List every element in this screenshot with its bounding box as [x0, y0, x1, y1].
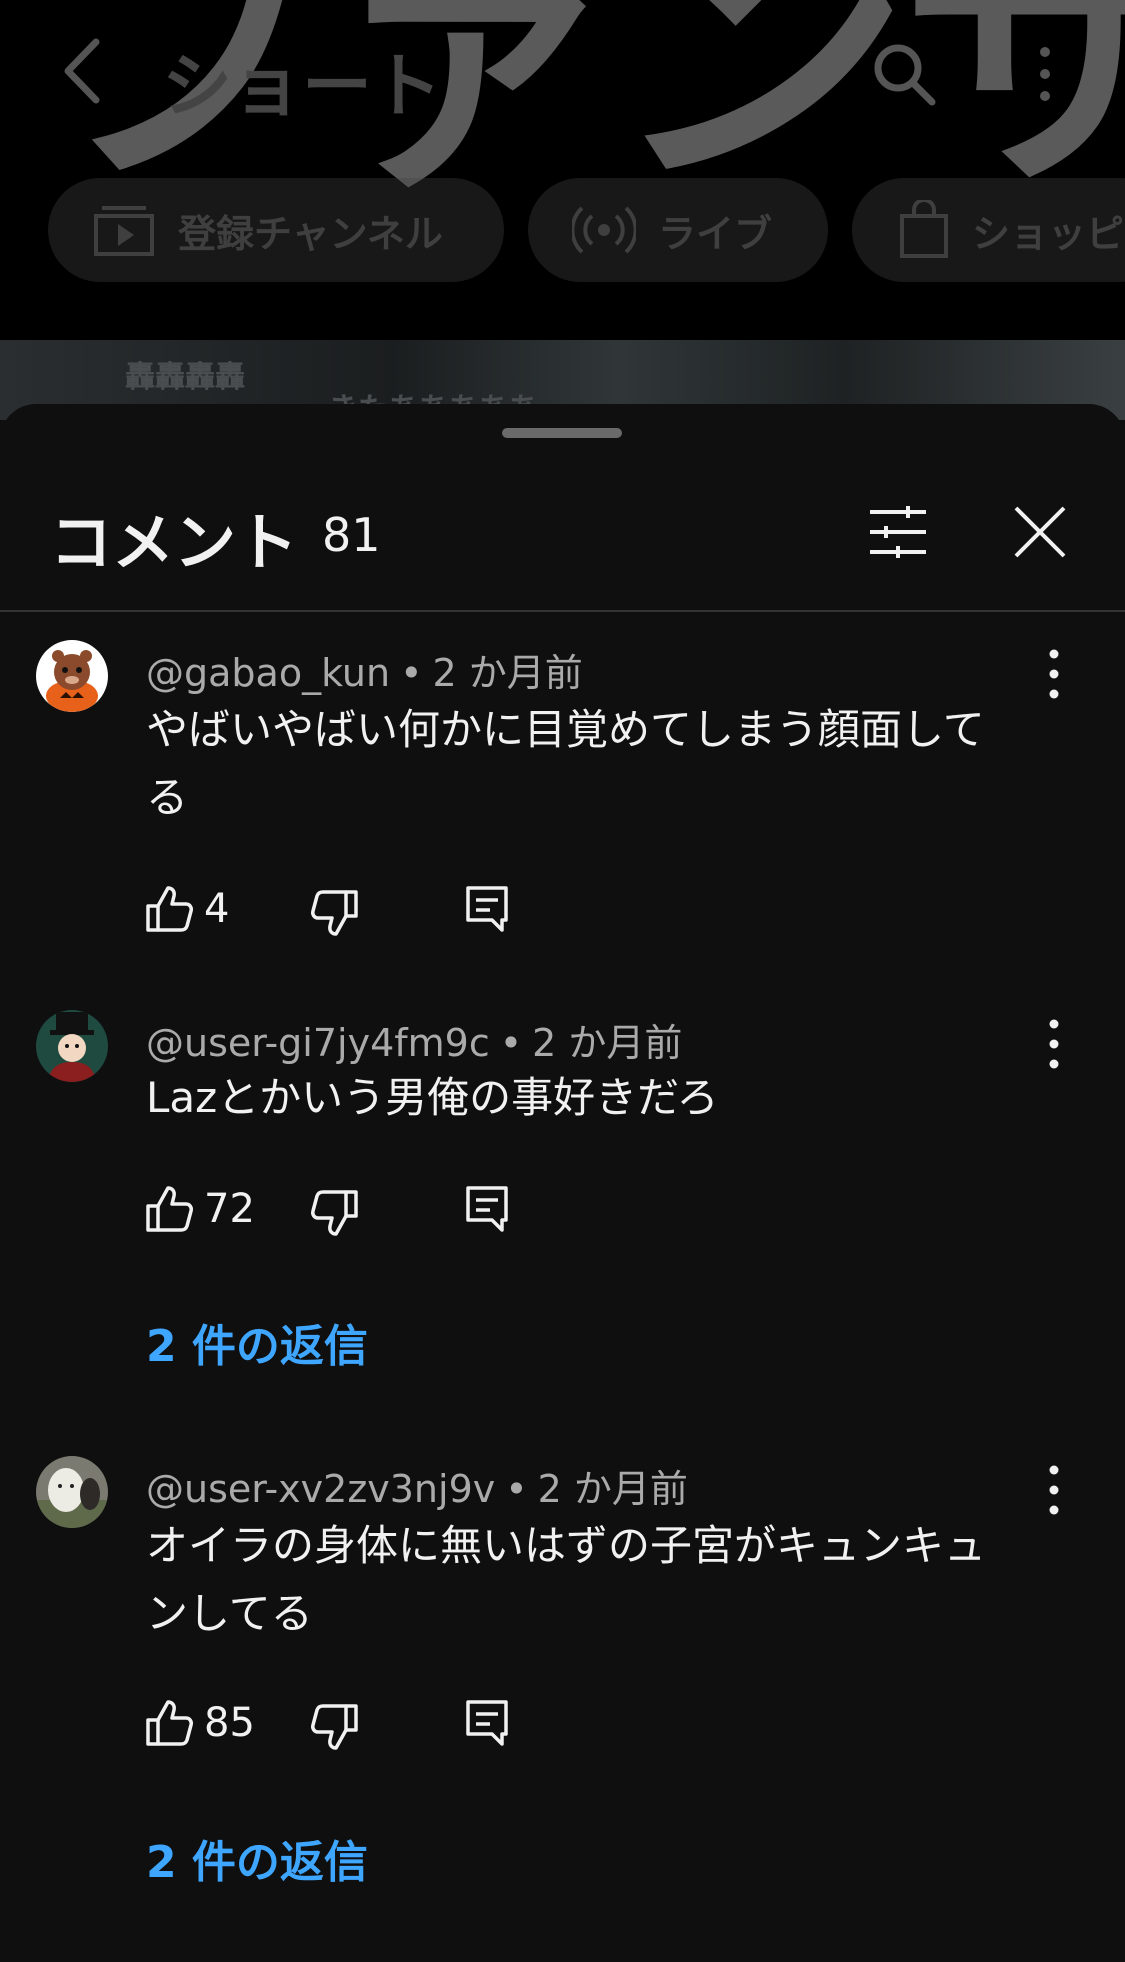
comment-text: やばいやばい何かに目覚めてしまう顔面してる — [146, 705, 985, 822]
more-vert-icon[interactable] — [1040, 646, 1068, 702]
separator-dot: • — [505, 1467, 528, 1511]
more-vert-icon[interactable] — [1040, 1462, 1068, 1518]
separator-dot: • — [499, 1021, 523, 1065]
comment-meta: @user-gi7jy4fm9c • 2 か月前 — [146, 1012, 682, 1067]
separator-dot: • — [400, 651, 423, 695]
reply-icon[interactable] — [462, 884, 512, 934]
comment-item: @user-gi7jy4fm9c • 2 か月前 Lazとかいう男俺の事好きだろ 7… — [0, 1004, 1125, 1384]
avatar[interactable] — [36, 1456, 108, 1528]
comment-meta: @user-xv2zv3nj9v • 2 か月前 — [146, 1458, 688, 1513]
comment-meta: @gabao_kun • 2 か月前 — [146, 642, 583, 697]
background-video-caption: 轟轟轟轟 — [125, 360, 245, 395]
header-divider — [0, 610, 1125, 612]
comment-author[interactable]: @gabao_kun — [146, 651, 390, 695]
thumb-down-icon[interactable] — [310, 888, 360, 938]
search-icon — [874, 44, 936, 106]
comments-count: 81 — [322, 508, 381, 562]
like-count: 85 — [204, 1700, 255, 1746]
comment-actions: 4 — [140, 884, 540, 940]
comment-time: 2 か月前 — [532, 1021, 683, 1065]
thumb-down-icon[interactable] — [310, 1188, 360, 1238]
thumb-up-icon[interactable] — [144, 1184, 194, 1234]
close-icon[interactable] — [1012, 504, 1068, 560]
comment-actions: 85 — [140, 1698, 540, 1754]
back-arrow-icon — [64, 38, 100, 104]
comments-title: コメント — [50, 506, 299, 579]
comment-author[interactable]: @user-gi7jy4fm9c — [146, 1021, 490, 1065]
reply-icon[interactable] — [462, 1698, 512, 1748]
comment-author[interactable]: @user-xv2zv3nj9v — [146, 1467, 495, 1511]
like-count: 4 — [204, 886, 230, 932]
thumb-up-icon[interactable] — [144, 884, 194, 934]
background-app: ファンサ ショート 登録チャンネル ライブ ショッピ 轟轟轟轟 — [0, 0, 1125, 420]
comment-actions: 72 — [140, 1184, 540, 1240]
view-replies-link[interactable]: 2 件の返信 — [146, 1310, 368, 1374]
thumb-up-icon[interactable] — [144, 1698, 194, 1748]
filter-icon[interactable] — [868, 506, 928, 558]
shopping-bag-icon — [900, 200, 948, 258]
chip-shopping-label: ショッピ — [972, 211, 1125, 256]
background-page-title: ショート — [162, 45, 442, 127]
chip-shopping: ショッピ — [852, 178, 1125, 282]
chip-live-label: ライブ — [658, 211, 773, 256]
reply-icon[interactable] — [462, 1184, 512, 1234]
thumb-down-icon[interactable] — [310, 1702, 360, 1752]
chip-subscriptions: 登録チャンネル — [48, 178, 504, 282]
avatar[interactable] — [36, 1010, 108, 1082]
background-top-bar: ショート — [0, 0, 1125, 150]
view-replies-link[interactable]: 2 件の返信 — [146, 1826, 368, 1890]
more-vert-icon[interactable] — [1040, 1016, 1068, 1072]
comment-time: 2 か月前 — [432, 651, 583, 695]
avatar[interactable] — [36, 640, 108, 712]
live-icon — [572, 206, 636, 254]
like-count: 72 — [204, 1186, 255, 1232]
comment-item: @gabao_kun • 2 か月前 やばいやばい何かに目覚めてしまう顔面してる 4 — [0, 634, 1125, 936]
comments-sheet: コメント 81 @gabao_kun • 2 か月前 やばいやばい何かに目覚めて… — [0, 404, 1125, 1962]
comment-text: オイラの身体に無いはずの子宮がキュンキュンしてる — [146, 1521, 987, 1638]
comment-item: @user-xv2zv3nj9v • 2 か月前 オイラの身体に無いはずの子宮がキュ… — [0, 1450, 1125, 1888]
comment-text: Lazとかいう男俺の事好きだろ — [146, 1073, 719, 1122]
chip-live: ライブ — [528, 178, 828, 282]
comments-header: コメント 81 — [0, 404, 1125, 612]
more-vert-icon — [1040, 47, 1050, 101]
comment-time: 2 か月前 — [537, 1467, 688, 1511]
subscriptions-icon — [94, 206, 154, 256]
chip-subscriptions-label: 登録チャンネル — [178, 211, 443, 256]
